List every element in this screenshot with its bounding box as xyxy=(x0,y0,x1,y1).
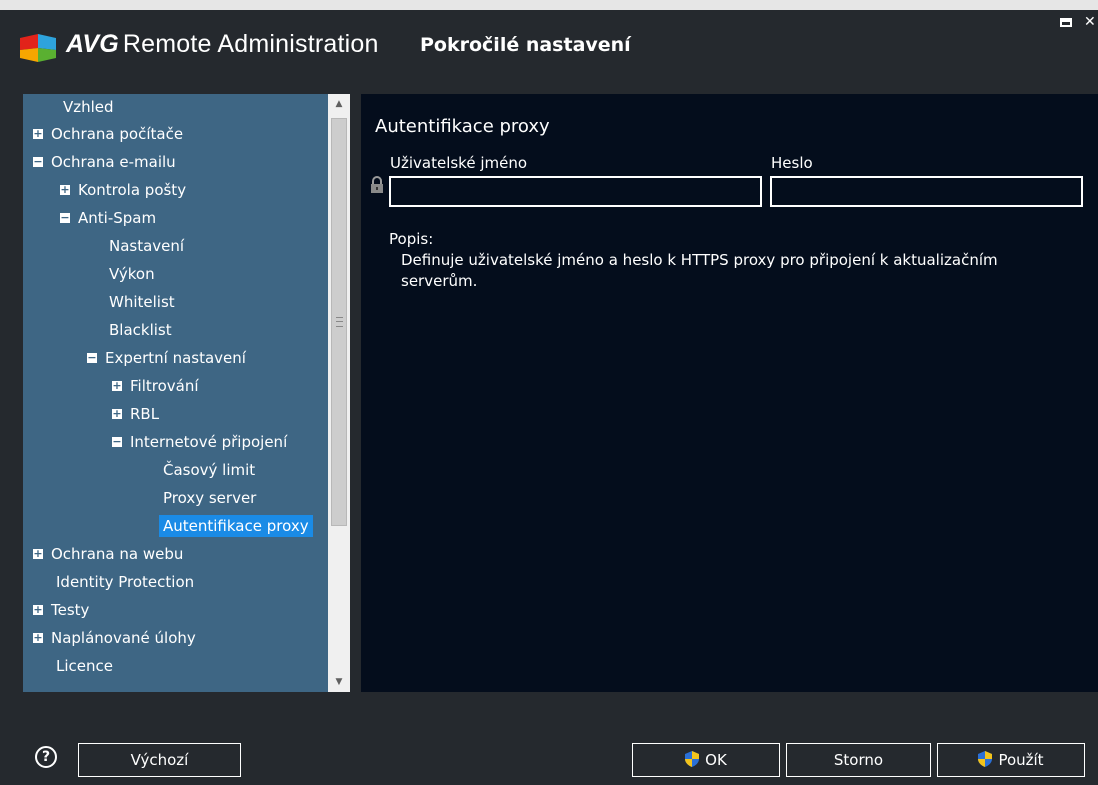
tree-item-label: Blacklist xyxy=(109,321,172,339)
tree-item-ochrana-na-webu[interactable]: + Ochrana na webu xyxy=(33,541,183,567)
brand-name: Remote Administration xyxy=(122,30,379,58)
desktop-band xyxy=(0,0,1098,10)
tree-item-autentifikace-proxy[interactable]: Autentifikace proxy xyxy=(159,513,313,539)
settings-tree: Vzhled + Ochrana počítače − Ochrana e-mail… xyxy=(23,94,350,692)
title-bar[interactable]: AVG Remote Administration Pokročilé nasta… xyxy=(0,10,1098,76)
tree-item-kontrola-posty[interactable]: + Kontrola pošty xyxy=(60,177,186,203)
password-field[interactable] xyxy=(770,176,1083,207)
tree-item-label: Nastavení xyxy=(109,237,185,255)
tree-item-ochrana-pocitace[interactable]: + Ochrana počítače xyxy=(33,121,183,147)
username-field[interactable] xyxy=(389,176,762,207)
tree-item-label: Autentifikace proxy xyxy=(159,515,313,537)
expand-icon[interactable]: + xyxy=(60,184,70,195)
tree-item-anti-spam[interactable]: − Anti-Spam xyxy=(60,205,156,231)
tree-item-label: Anti-Spam xyxy=(78,209,157,227)
tree-item-label: RBL xyxy=(130,405,160,423)
tree-item-testy[interactable]: + Testy xyxy=(33,597,89,623)
collapse-icon[interactable]: − xyxy=(87,352,97,363)
tree-item-label: Proxy server xyxy=(163,489,257,507)
tree-item-label: Filtrování xyxy=(130,377,199,395)
button-bar: ? Výchozí OK Storno Použít xyxy=(0,692,1098,785)
scrollbar-thumb[interactable] xyxy=(331,118,347,526)
collapse-icon[interactable]: − xyxy=(112,436,122,447)
tree-item-internetove-pripojeni[interactable]: − Internetové připojení xyxy=(112,429,287,455)
cancel-button-label: Storno xyxy=(833,751,884,769)
tree-item-naplanovane-ulohy[interactable]: + Naplánované úlohy xyxy=(33,625,196,651)
settings-window: AVG Remote Administration Pokročilé nasta… xyxy=(0,10,1098,785)
tree-item-nastaveni[interactable]: Nastavení xyxy=(109,233,184,259)
tree-item-label: Identity Protection xyxy=(56,573,195,591)
tree-item-vykon[interactable]: Výkon xyxy=(109,261,155,287)
default-button-label: Výchozí xyxy=(130,751,189,769)
tree-item-identity-protection[interactable]: Identity Protection xyxy=(56,569,194,595)
tree-item-rbl[interactable]: + RBL xyxy=(112,401,159,427)
tree-item-licence[interactable]: Licence xyxy=(56,653,113,679)
avg-logo-icon xyxy=(20,34,56,62)
tree-item-vzhled[interactable]: Vzhled xyxy=(63,94,114,120)
collapse-icon[interactable]: − xyxy=(60,212,70,223)
expand-icon[interactable]: + xyxy=(33,632,43,643)
tree-item-label: Licence xyxy=(56,657,113,675)
tree-item-label: Testy xyxy=(51,601,90,619)
tree-item-casovy-limit[interactable]: Časový limit xyxy=(163,457,255,483)
ok-button[interactable]: OK xyxy=(632,743,780,777)
tree-item-ochrana-e-mailu[interactable]: − Ochrana e-mailu xyxy=(33,149,176,175)
tree-item-label: Ochrana počítače xyxy=(51,125,184,143)
app-brand: AVG Remote Administration xyxy=(66,30,379,59)
expand-icon[interactable]: + xyxy=(33,128,43,139)
tree-item-filtrovani[interactable]: + Filtrování xyxy=(112,373,199,399)
apply-button[interactable]: Použít xyxy=(937,743,1085,777)
description-text: Definuje uživatelské jméno a heslo k HTT… xyxy=(401,251,998,290)
tree-item-proxy-server[interactable]: Proxy server xyxy=(163,485,256,511)
expand-icon[interactable]: + xyxy=(112,380,122,391)
tree-item-label: Kontrola pošty xyxy=(78,181,187,199)
tree-item-label: Expertní nastavení xyxy=(105,349,246,367)
lock-icon xyxy=(371,176,383,193)
tree-item-label: Časový limit xyxy=(163,461,256,479)
scroll-down-icon[interactable]: ▼ xyxy=(328,672,350,692)
tree-item-label: Whitelist xyxy=(109,293,175,311)
uac-shield-icon xyxy=(685,750,700,767)
cancel-button[interactable]: Storno xyxy=(786,743,931,777)
default-button[interactable]: Výchozí xyxy=(78,743,241,777)
scroll-up-icon[interactable]: ▲ xyxy=(328,94,350,114)
grip-icon xyxy=(336,317,343,327)
tree-list: Vzhled + Ochrana počítače − Ochrana e-mail… xyxy=(23,94,328,692)
expand-icon[interactable]: + xyxy=(112,408,122,419)
ok-button-label: OK xyxy=(705,751,727,769)
description-title: Popis: xyxy=(389,230,434,248)
settings-content: Autentifikace proxy Uživatelské jméno He… xyxy=(361,94,1098,692)
tree-scrollbar[interactable]: ▲ ▼ xyxy=(328,94,350,692)
tree-item-label: Vzhled xyxy=(63,98,114,116)
expand-icon[interactable]: + xyxy=(33,548,43,559)
section-title: Autentifikace proxy xyxy=(375,116,550,137)
tree-item-label: Výkon xyxy=(109,265,155,283)
page-title: Pokročilé nastavení xyxy=(420,34,631,56)
uac-shield-icon xyxy=(978,750,993,767)
tree-item-label: Naplánované úlohy xyxy=(51,629,196,647)
expand-icon[interactable]: + xyxy=(33,604,43,615)
tree-item-label: Ochrana e-mailu xyxy=(51,153,176,171)
tree-item-whitelist[interactable]: Whitelist xyxy=(109,289,175,315)
tree-item-blacklist[interactable]: Blacklist xyxy=(109,317,172,343)
password-label: Heslo xyxy=(771,154,813,172)
username-label: Uživatelské jméno xyxy=(390,154,528,172)
close-button[interactable]: ✕ xyxy=(1084,14,1096,30)
help-icon[interactable]: ? xyxy=(35,746,57,768)
brand-bold: AVG xyxy=(66,30,119,58)
tree-item-label: Ochrana na webu xyxy=(51,545,184,563)
tree-item-expertni-nastaveni[interactable]: − Expertní nastavení xyxy=(87,345,246,371)
maximize-button[interactable] xyxy=(1060,18,1072,27)
tree-item-label: Internetové připojení xyxy=(130,433,288,451)
collapse-icon[interactable]: − xyxy=(33,156,43,167)
apply-button-label: Použít xyxy=(998,751,1044,769)
